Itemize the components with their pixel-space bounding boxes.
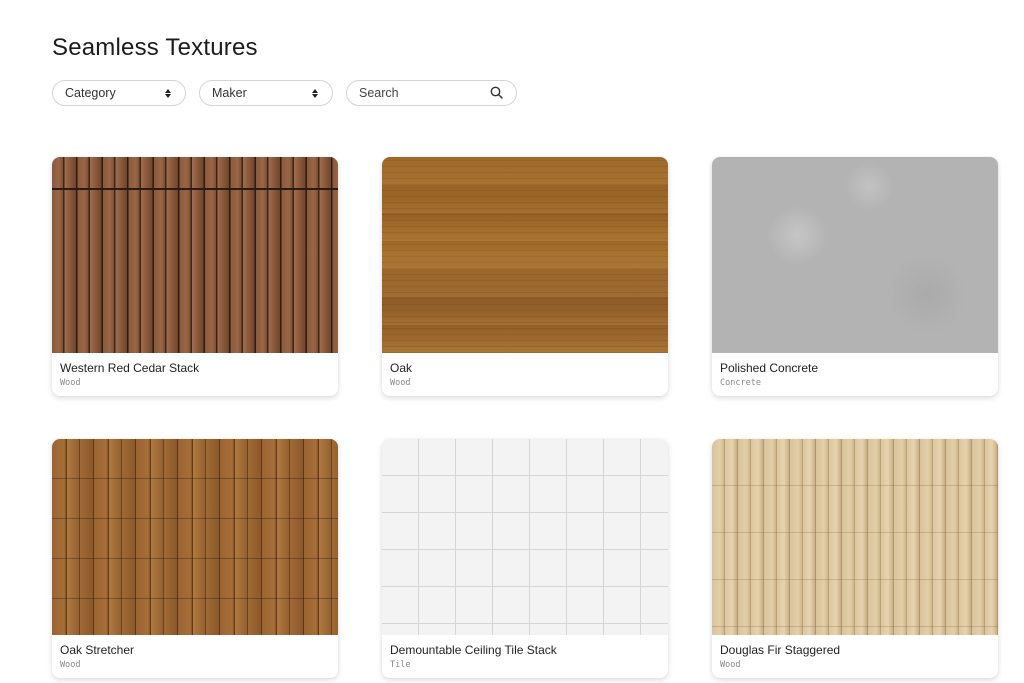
texture-thumbnail[interactable]	[52, 157, 338, 353]
updown-arrows-icon	[165, 88, 171, 98]
texture-name: Demountable Ceiling Tile Stack	[390, 643, 557, 657]
texture-category: Wood	[60, 378, 81, 388]
texture-card[interactable]: Oak Wood	[382, 157, 668, 396]
texture-card[interactable]: Oak Stretcher Wood	[52, 439, 338, 678]
texture-card[interactable]: Western Red Cedar Stack Wood	[52, 157, 338, 396]
page-title: Seamless Textures	[52, 34, 258, 61]
texture-category: Tile	[390, 660, 411, 670]
texture-category: Wood	[60, 660, 81, 670]
texture-thumbnail[interactable]	[712, 439, 998, 635]
search-box[interactable]	[346, 80, 517, 106]
texture-thumbnail[interactable]	[382, 157, 668, 353]
category-select[interactable]: Category	[52, 80, 186, 106]
texture-card[interactable]: Polished Concrete Concrete	[712, 157, 998, 396]
texture-category: Wood	[390, 378, 411, 388]
maker-select[interactable]: Maker	[199, 80, 333, 106]
texture-name: Douglas Fir Staggered	[720, 643, 841, 657]
texture-thumbnail[interactable]	[52, 439, 338, 635]
updown-arrows-icon	[312, 88, 318, 98]
texture-category: Wood	[720, 660, 741, 670]
texture-card[interactable]: Demountable Ceiling Tile Stack Tile	[382, 439, 668, 678]
texture-name: Oak	[390, 361, 413, 375]
texture-thumbnail[interactable]	[382, 439, 668, 635]
category-select-label: Category	[65, 86, 116, 100]
maker-select-label: Maker	[212, 86, 247, 100]
search-input[interactable]	[359, 86, 479, 100]
texture-card[interactable]: Douglas Fir Staggered Wood	[712, 439, 998, 678]
texture-name: Polished Concrete	[720, 361, 819, 375]
texture-name: Oak Stretcher	[60, 643, 135, 657]
search-icon[interactable]	[490, 86, 504, 100]
texture-thumbnail[interactable]	[712, 157, 998, 353]
texture-category: Concrete	[720, 378, 761, 388]
texture-name: Western Red Cedar Stack	[60, 361, 200, 375]
